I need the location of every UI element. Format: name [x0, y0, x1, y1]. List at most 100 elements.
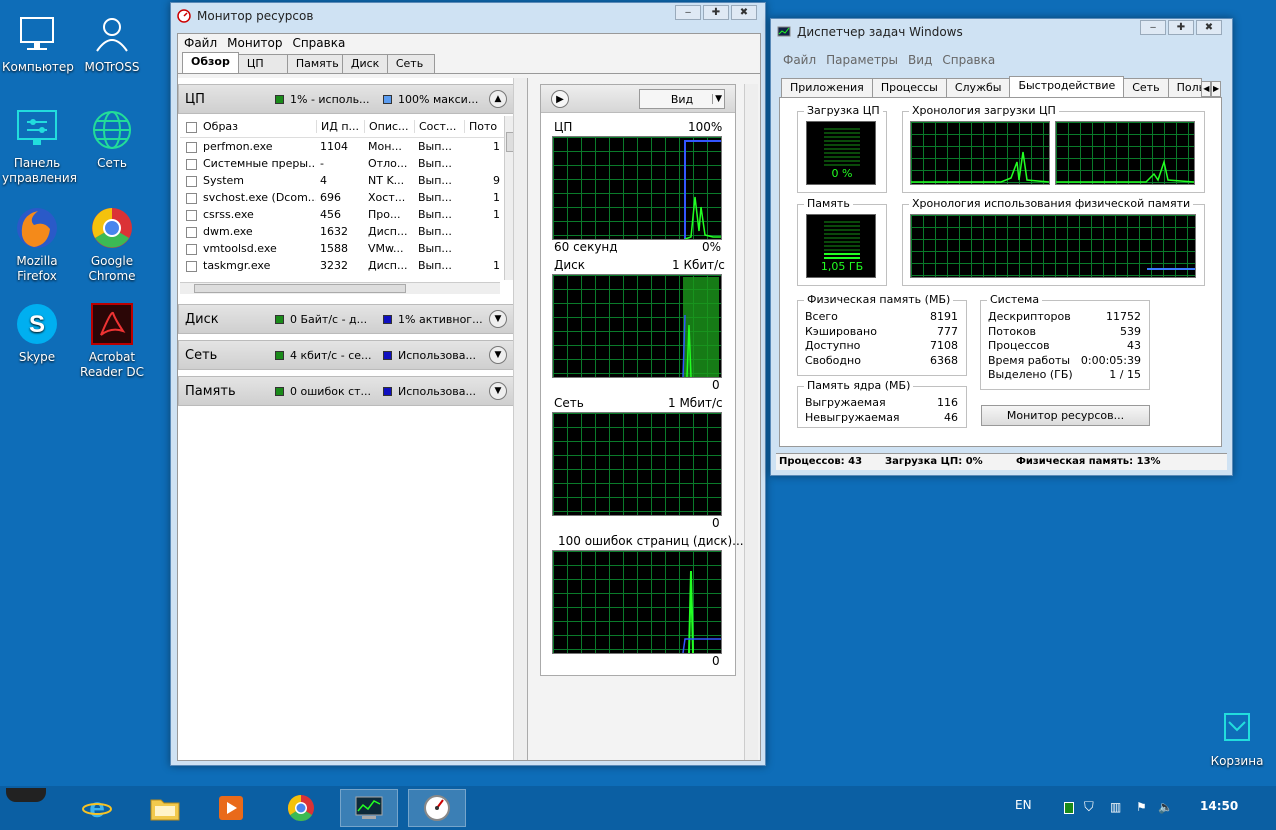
- view-dropdown[interactable]: Вид ▼: [639, 89, 725, 109]
- row-checkbox[interactable]: [186, 192, 197, 204]
- maximize-button[interactable]: ✚: [1168, 20, 1194, 35]
- desktop-icon-user[interactable]: MOTrOSS: [77, 10, 147, 75]
- desktop-icon-recycle-bin[interactable]: Корзина: [1202, 704, 1272, 769]
- taskbar-resmon-button[interactable]: [408, 789, 466, 827]
- menu-help[interactable]: Справка: [292, 36, 345, 50]
- taskbar-media-player-button[interactable]: [202, 789, 260, 827]
- tab-processes[interactable]: Процессы: [871, 78, 947, 97]
- minimize-button[interactable]: ‒: [1140, 20, 1166, 35]
- graph-memory-bottom-right: 0: [712, 654, 720, 668]
- cpu-load-label: Загрузка ЦП: [804, 104, 883, 117]
- table-row[interactable]: csrss.exe 456 Про... Вып... 1: [180, 206, 516, 223]
- row-checkbox[interactable]: [186, 243, 197, 255]
- tab-applications[interactable]: Приложения: [781, 78, 873, 97]
- chevron-up-icon[interactable]: ▲: [489, 90, 507, 108]
- col-threads[interactable]: Пото: [464, 120, 500, 133]
- memory-meter-fill: [824, 253, 860, 259]
- resource-monitor-icon: [424, 795, 450, 821]
- network-section-header[interactable]: Сеть 4 кбит/с - се... Использова... ▼: [178, 340, 518, 370]
- table-row[interactable]: perfmon.exe 1104 Мон... Вып... 1: [180, 138, 516, 155]
- tab-services[interactable]: Службы: [945, 78, 1011, 97]
- menu-view[interactable]: Вид: [908, 53, 932, 67]
- table-row[interactable]: csrss.exe384Дисп...Вып...: [180, 274, 516, 276]
- table-row[interactable]: taskmgr.exe 3232 Дисп... Вып... 1: [180, 257, 516, 274]
- menu-help[interactable]: Справка: [942, 53, 995, 67]
- network-icon[interactable]: ▥: [1110, 800, 1121, 814]
- menu-file[interactable]: Файл: [783, 53, 816, 67]
- tab-scroll-left[interactable]: ◀: [1201, 81, 1212, 97]
- row-checkbox[interactable]: [186, 226, 197, 238]
- tab-cpu[interactable]: ЦП: [237, 54, 288, 73]
- table-row[interactable]: Системные преры... - Отло... Вып...: [180, 155, 516, 172]
- chevron-down-icon[interactable]: ▼: [489, 346, 507, 364]
- chevron-down-icon[interactable]: ▼: [489, 382, 507, 400]
- flag-icon[interactable]: ⚑: [1136, 800, 1147, 814]
- tab-memory[interactable]: Память: [286, 54, 343, 73]
- col-status[interactable]: Сост...: [414, 120, 464, 133]
- menu-options[interactable]: Параметры: [826, 53, 898, 67]
- close-button[interactable]: ✖: [1196, 20, 1222, 35]
- tab-network[interactable]: Сеть: [1123, 78, 1169, 97]
- expand-arrow-button[interactable]: ▶: [551, 90, 569, 108]
- menu-monitor[interactable]: Монитор: [227, 36, 282, 50]
- left-pane-scrollbar[interactable]: [513, 78, 527, 760]
- start-button[interactable]: [6, 788, 46, 802]
- left-pane-bottom: [530, 78, 538, 760]
- table-row[interactable]: vmtoolsd.exe 1588 VMw... Вып...: [180, 240, 516, 257]
- taskmgr-title: Диспетчер задач Windows: [797, 25, 963, 39]
- row-checkbox[interactable]: [186, 141, 197, 153]
- clock[interactable]: 14:50: [1200, 799, 1238, 813]
- tab-overview[interactable]: Обзор: [182, 52, 239, 73]
- desktop-icon-skype[interactable]: S Skype: [2, 300, 72, 365]
- row-checkbox[interactable]: [186, 209, 197, 221]
- desktop-icon-network[interactable]: Сеть: [77, 106, 147, 171]
- row-checkbox[interactable]: [186, 260, 197, 272]
- globe-icon: [88, 106, 136, 154]
- tab-network[interactable]: Сеть: [386, 54, 435, 73]
- minimize-button[interactable]: ‒: [675, 5, 701, 20]
- table-row[interactable]: dwm.exe 1632 Дисп... Вып...: [180, 223, 516, 240]
- tab-disk[interactable]: Диск: [341, 54, 388, 73]
- tab-users[interactable]: Польз: [1167, 78, 1203, 97]
- col-description[interactable]: Опис...: [364, 120, 414, 133]
- table-row[interactable]: svchost.exe (Dcom... 696 Хост... Вып... 1: [180, 189, 516, 206]
- resource-monitor-button[interactable]: Монитор ресурсов...: [981, 405, 1150, 426]
- memory-section-header[interactable]: Память 0 ошибок ст... Использова... ▼: [178, 376, 518, 406]
- menu-file[interactable]: Файл: [184, 36, 217, 50]
- desktop-icon-control-panel[interactable]: Панель управления: [2, 106, 77, 186]
- select-all-checkbox[interactable]: [186, 121, 197, 133]
- row-checkbox[interactable]: [186, 158, 197, 170]
- graph-pane-scrollbar[interactable]: [744, 84, 758, 760]
- maximize-button[interactable]: ✚: [703, 5, 729, 20]
- taskbar-ie-button[interactable]: e: [68, 789, 126, 827]
- taskbar: e EN ⛉ ▥ ⚑ 🔈 14:50: [0, 786, 1276, 830]
- taskbar-chrome-button[interactable]: [272, 789, 330, 827]
- horizontal-scrollbar[interactable]: [180, 282, 500, 294]
- desktop-icon-acrobat[interactable]: Acrobat Reader DC: [77, 300, 147, 380]
- cpu-section-header[interactable]: ЦП 1% - исполь... 100% макси... ▲: [178, 84, 518, 114]
- col-pid[interactable]: ИД п...: [316, 120, 364, 133]
- taskbar-explorer-button[interactable]: [136, 789, 194, 827]
- graph-net-max: 1 Мбит/с: [668, 396, 723, 410]
- tab-performance[interactable]: Быстродействие: [1009, 76, 1125, 97]
- cpu-load-value: 0 %: [831, 167, 853, 180]
- volume-icon[interactable]: 🔈: [1158, 800, 1173, 814]
- disk-section-header[interactable]: Диск 0 Байт/с - д... 1% активног... ▼: [178, 304, 518, 334]
- sys-handles-label: Дескрипторов: [988, 310, 1071, 323]
- taskbar-taskmgr-button[interactable]: [340, 789, 398, 827]
- system-values: 11752 539 43 0:00:05:39 1 / 15: [1070, 310, 1141, 383]
- status-cpu: Загрузка ЦП: 0%: [885, 456, 983, 467]
- language-indicator[interactable]: EN: [1015, 798, 1032, 812]
- row-status: Вып...: [418, 225, 452, 238]
- row-checkbox[interactable]: [186, 175, 197, 187]
- chevron-down-icon[interactable]: ▼: [489, 310, 507, 328]
- desktop-icon-firefox[interactable]: Mozilla Firefox: [2, 204, 72, 284]
- table-row[interactable]: System 4 NT K... Вып... 9: [180, 172, 516, 189]
- close-button[interactable]: ✖: [731, 5, 757, 20]
- shield-icon[interactable]: ⛉: [1084, 800, 1094, 815]
- tray-taskmgr-icon[interactable]: [1064, 802, 1074, 814]
- desktop-icon-computer[interactable]: Компьютер: [2, 10, 74, 75]
- desktop-icon-chrome[interactable]: Google Chrome: [77, 204, 147, 284]
- col-image[interactable]: Образ: [203, 120, 238, 133]
- tab-scroll-right[interactable]: ▶: [1211, 81, 1221, 97]
